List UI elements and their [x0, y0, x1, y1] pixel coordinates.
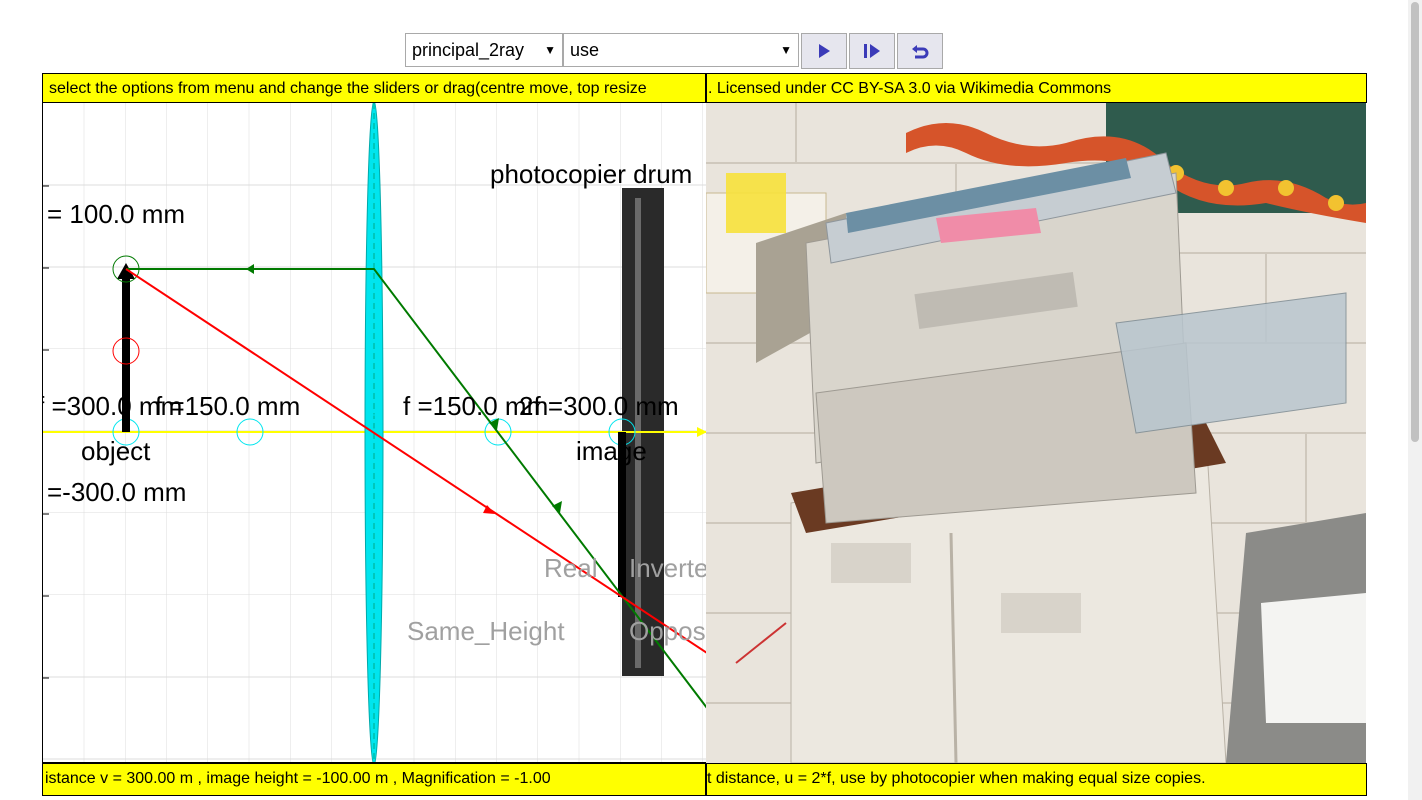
photocopier-illustration [706, 103, 1366, 763]
image-label: image [576, 436, 647, 466]
chevron-down-icon: ▼ [544, 43, 556, 57]
scrollbar-thumb[interactable] [1411, 2, 1419, 442]
optics-simulation[interactable]: = 100.0 mm photocopier drum f =300.0 mm … [42, 103, 706, 763]
f-left-label: f =150.0 mm [155, 391, 301, 421]
2f-right-label: 2f =300.0 mm [519, 391, 679, 421]
reset-button[interactable] [897, 33, 943, 69]
license-text: . Licensed under CC BY-SA 3.0 via Wikime… [708, 80, 1112, 97]
mode-select-value: principal_2ray [412, 39, 525, 60]
step-forward-icon [864, 44, 880, 58]
toolbar: principal_2ray ▼ use ▼ [405, 33, 943, 69]
object-distance-label: =-300.0 mm [47, 477, 187, 507]
play-icon [819, 44, 830, 58]
reset-icon [912, 45, 929, 59]
result-text: istance v = 300.00 m , image height = -1… [45, 770, 551, 787]
result-bar: istance v = 300.00 m , image height = -1… [42, 763, 706, 796]
use-select-value: use [570, 39, 600, 60]
description-text: t distance, u = 2*f, use by photocopier … [707, 770, 1206, 787]
drum-label: photocopier drum [490, 159, 693, 189]
same-height-label: Same_Height [407, 616, 565, 646]
use-select[interactable]: use ▼ [563, 33, 799, 67]
inverted-label: Inverted [629, 553, 706, 583]
instruction-text: select the options from menu and change … [49, 80, 647, 97]
mode-select[interactable]: principal_2ray ▼ [405, 33, 563, 67]
opposite-label: Opposite [629, 616, 706, 646]
license-bar: . Licensed under CC BY-SA 3.0 via Wikime… [706, 73, 1367, 103]
real-label: Real [544, 553, 598, 583]
play-button[interactable] [801, 33, 847, 69]
chevron-down-icon: ▼ [780, 43, 792, 57]
step-button[interactable] [849, 33, 895, 69]
object-label: object [81, 436, 151, 466]
page-scrollbar[interactable] [1408, 0, 1422, 800]
description-bar: t distance, u = 2*f, use by photocopier … [706, 763, 1367, 796]
object-height-label: = 100.0 mm [47, 199, 186, 229]
instruction-bar: select the options from menu and change … [42, 73, 706, 103]
photocopier-photo [706, 103, 1366, 763]
